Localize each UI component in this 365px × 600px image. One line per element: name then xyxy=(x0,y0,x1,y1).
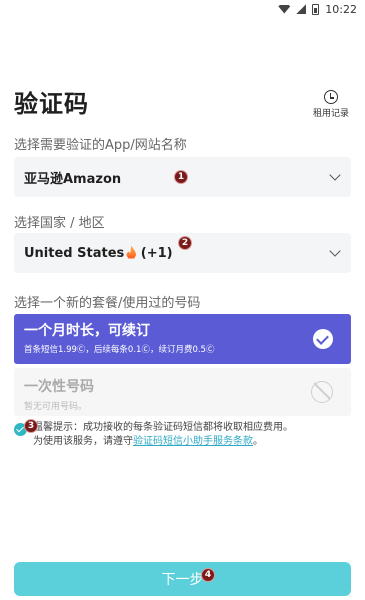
flame-icon xyxy=(126,245,137,259)
notice-text: 温馨提示：成功接收的每条验证码短信都将收取相应费用。 为使用该服务，请遵守验证码… xyxy=(33,421,293,449)
notice: 温馨提示：成功接收的每条验证码短信都将收取相应费用。 为使用该服务，请遵守验证码… xyxy=(14,421,351,449)
app-select-value: 亚马逊Amazon xyxy=(24,171,122,187)
notice-line1: 温馨提示：成功接收的每条验证码短信都将收取相应费用。 xyxy=(33,422,293,433)
chevron-down-icon xyxy=(329,245,341,257)
check-circle-icon xyxy=(313,329,333,349)
history-label: 租用记录 xyxy=(312,109,349,119)
country-select-value: United States (+1) xyxy=(24,245,173,261)
app-section-label: 选择需要验证的App/网站名称 xyxy=(14,138,187,153)
country-name: United States xyxy=(24,245,125,261)
wifi-icon xyxy=(278,4,291,14)
plan-section-label: 选择一个新的套餐/使用过的号码 xyxy=(14,296,201,311)
plan-option-monthly[interactable]: 一个月时长，可续订 首条短信1.99Ⓒ，后续每条0.1Ⓒ，续订月费0.5Ⓒ xyxy=(14,314,351,364)
annotation-badge-4: 4 xyxy=(201,568,215,582)
plan-title: 一个月时长，可续订 xyxy=(24,323,150,339)
next-step-label: 下一步 xyxy=(161,572,204,588)
annotation-badge-1: 1 xyxy=(174,170,188,184)
next-step-button[interactable]: 下一步 xyxy=(14,562,351,596)
ban-icon xyxy=(311,381,333,403)
annotation-badge-2: 2 xyxy=(178,236,192,250)
notice-line2-suffix: 。 xyxy=(253,436,263,447)
plan-desc: 暂无可用号码。 xyxy=(24,402,88,412)
plan-title: 一次性号码 xyxy=(24,379,94,395)
status-time: 10:22 xyxy=(325,2,357,16)
terms-link[interactable]: 验证码短信小助手服务条款 xyxy=(133,436,253,447)
page-title: 验证码 xyxy=(14,90,89,118)
notice-line2: 为使用该服务，请遵守验证码短信小助手服务条款。 xyxy=(33,435,293,449)
plan-option-one-time: 一次性号码 暂无可用号码。 xyxy=(14,368,351,416)
annotation-badge-3: 3 xyxy=(24,419,38,433)
chevron-down-icon xyxy=(329,169,341,181)
notice-line2-prefix: 为使用该服务，请遵守 xyxy=(33,436,133,447)
battery-icon xyxy=(312,3,320,15)
country-code: (+1) xyxy=(140,245,173,261)
history-button[interactable]: 租用记录 xyxy=(313,90,349,119)
country-section-label: 选择国家 / 地区 xyxy=(14,216,105,231)
signal-icon xyxy=(296,4,307,14)
clock-icon xyxy=(323,90,338,104)
plan-desc: 首条短信1.99Ⓒ，后续每条0.1Ⓒ，续订月费0.5Ⓒ xyxy=(24,345,215,355)
status-bar: 10:22 xyxy=(0,0,365,18)
